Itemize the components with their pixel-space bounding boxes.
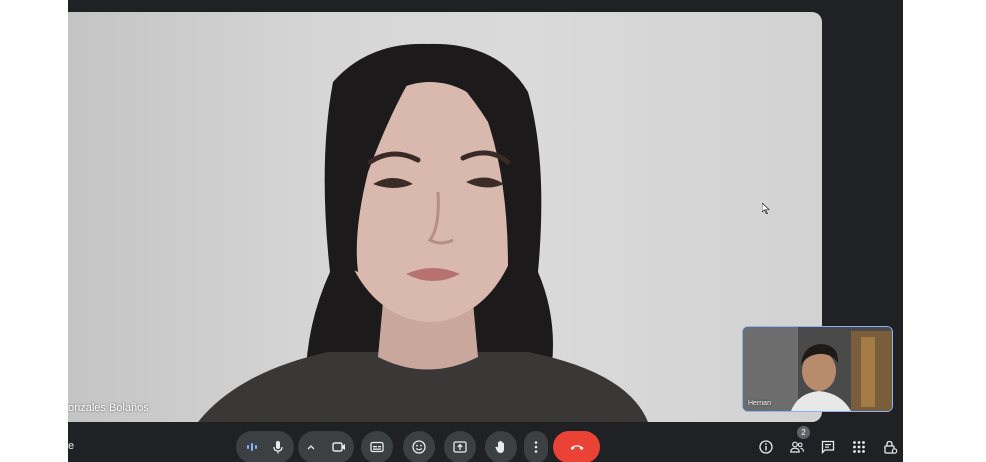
people-icon <box>790 441 805 453</box>
main-participant-name: onzales Bolaños <box>68 402 149 414</box>
activities-button[interactable] <box>849 437 869 457</box>
participant-count-badge: 2 <box>797 426 810 439</box>
activities-icon <box>853 441 865 453</box>
host-controls-button[interactable] <box>880 437 900 457</box>
meet-window: onzales Bolaños Hernan e 2 <box>68 0 903 462</box>
people-button[interactable] <box>787 437 807 457</box>
audio-level-icon <box>247 443 257 451</box>
camera-icon <box>332 442 345 452</box>
self-video-tile[interactable]: Hernan <box>742 326 893 412</box>
self-video-feed <box>743 327 892 411</box>
main-video-feed <box>198 43 648 422</box>
info-icon <box>759 440 773 454</box>
raise-hand-button[interactable] <box>485 431 517 462</box>
raise-hand-icon <box>495 440 504 453</box>
main-video-tile[interactable]: onzales Bolaños <box>68 12 822 422</box>
more-options-button[interactable] <box>524 431 548 462</box>
captions-icon <box>370 441 384 453</box>
end-call-icon <box>570 445 583 450</box>
chat-icon <box>821 440 835 455</box>
meeting-info-fragment: e <box>68 440 75 452</box>
more-options-icon <box>534 441 538 453</box>
present-screen-button[interactable] <box>444 431 476 462</box>
captions-button[interactable] <box>361 431 393 462</box>
end-call-button[interactable] <box>553 431 600 462</box>
chevron-up-icon <box>307 445 315 450</box>
microphone-icon <box>273 441 283 454</box>
chat-button[interactable] <box>818 437 838 457</box>
self-participant-name: Hernan <box>748 400 771 407</box>
camera-button[interactable] <box>323 431 355 462</box>
host-controls-icon <box>884 440 898 454</box>
emoji-icon <box>412 440 426 454</box>
camera-options-button[interactable] <box>298 431 324 462</box>
emoji-reaction-button[interactable] <box>403 431 435 462</box>
microphone-button[interactable] <box>262 431 294 462</box>
meeting-details-button[interactable] <box>756 437 776 457</box>
mouse-cursor-icon <box>762 203 770 214</box>
present-screen-icon <box>453 441 467 453</box>
